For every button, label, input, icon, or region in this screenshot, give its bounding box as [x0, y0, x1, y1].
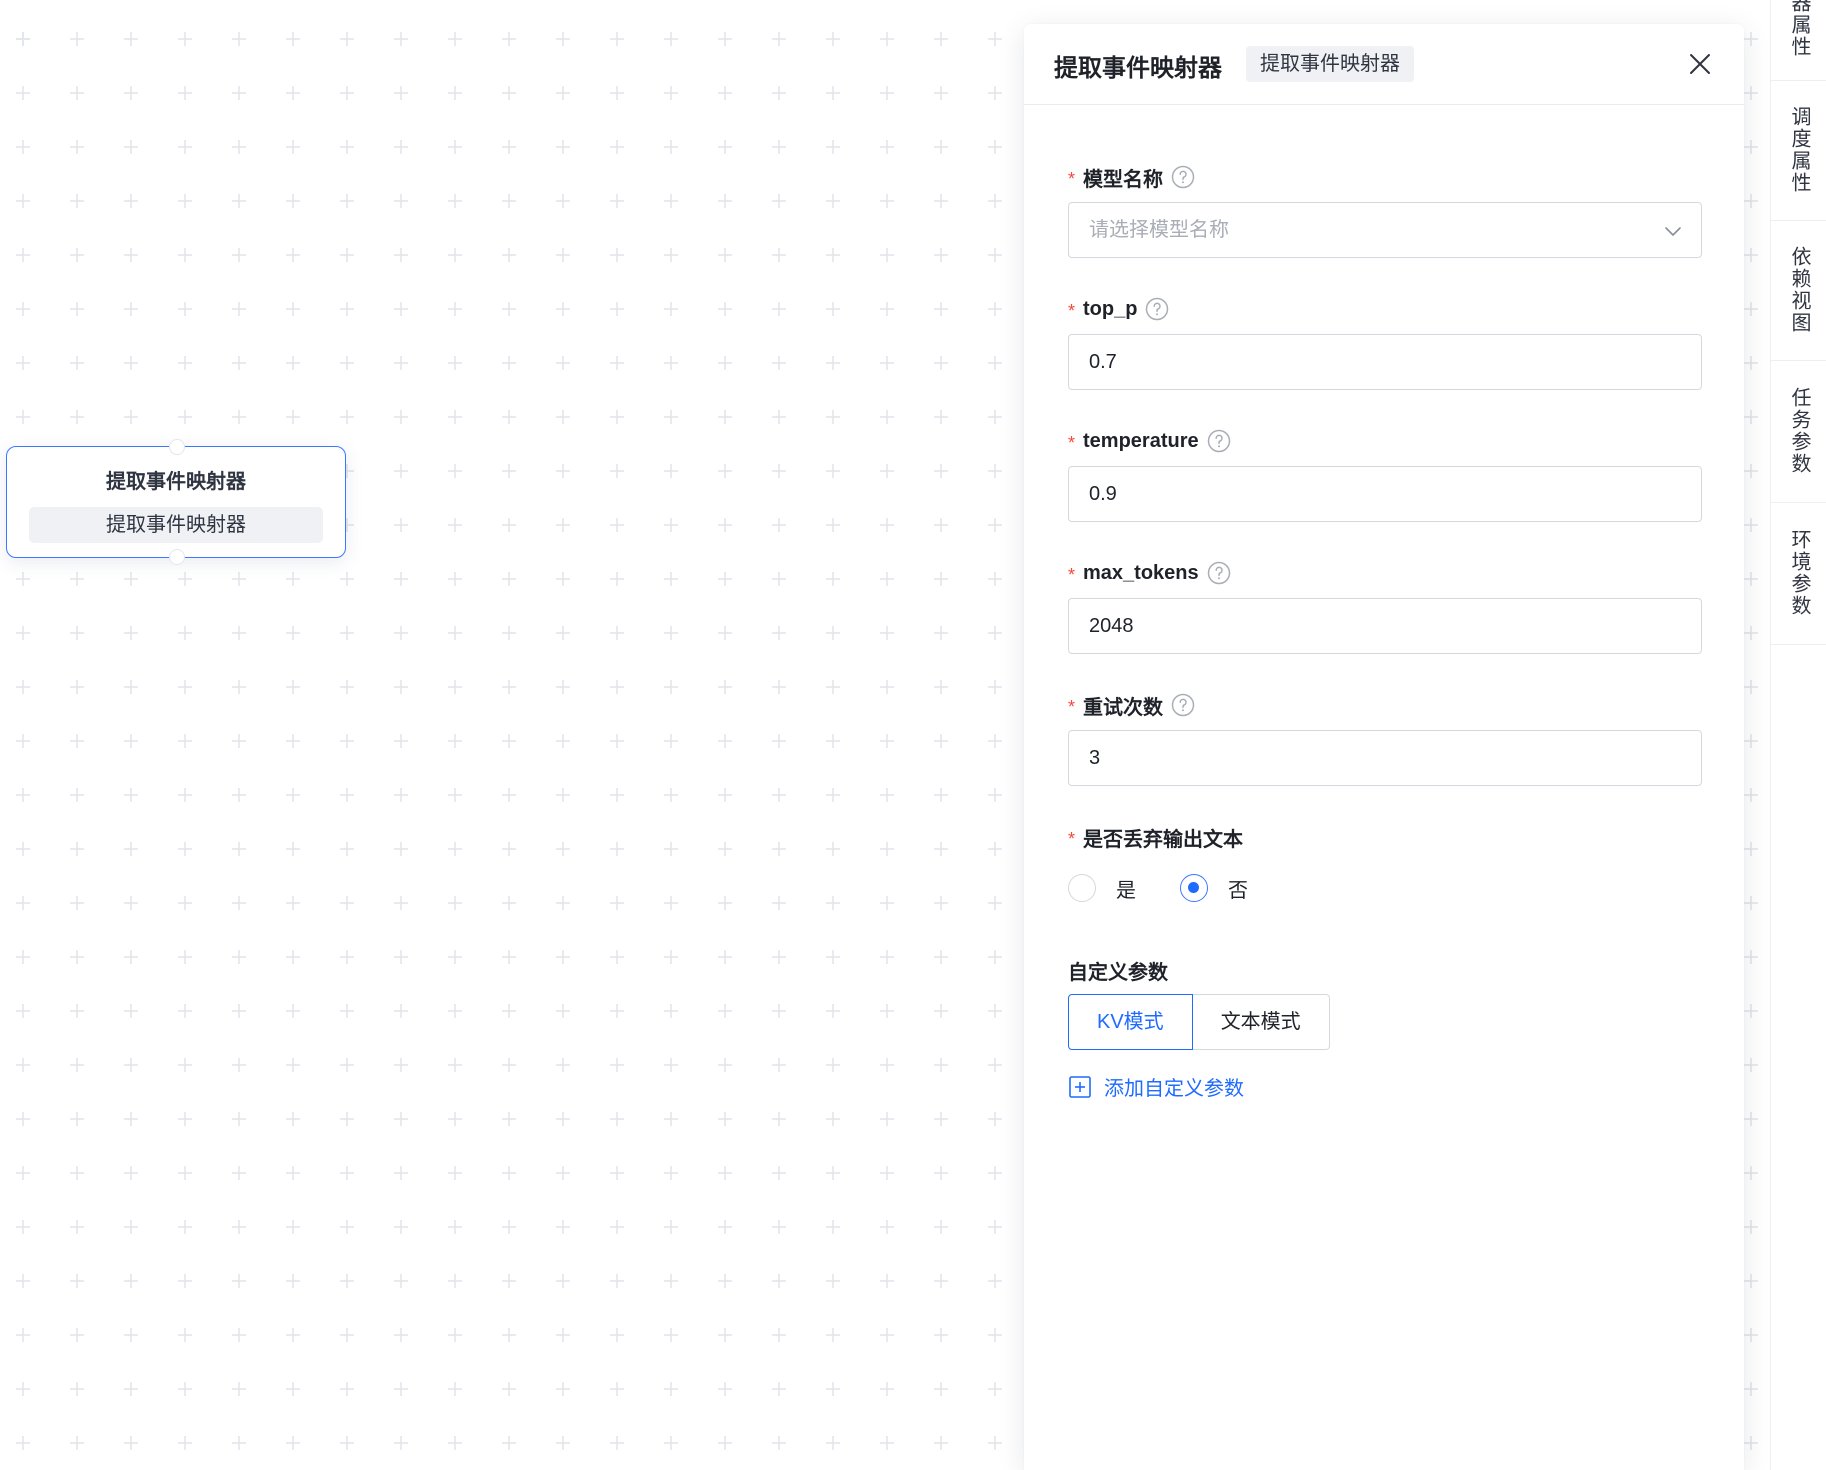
- help-icon[interactable]: [1207, 561, 1231, 585]
- drawer-header: 提取事件映射器 提取事件映射器: [1024, 24, 1744, 105]
- side-tab-dependency-view[interactable]: 依赖视图: [1771, 220, 1826, 361]
- drawer-title: 提取事件映射器: [1054, 55, 1222, 82]
- required-mark: *: [1068, 696, 1076, 717]
- model-name-placeholder: 请选择模型名称: [1089, 219, 1229, 241]
- help-icon[interactable]: [1171, 693, 1195, 717]
- workflow-node[interactable]: 提取事件映射器 提取事件映射器: [6, 439, 346, 565]
- radio-label: 是: [1116, 879, 1136, 902]
- top-p-label: top_p: [1083, 297, 1138, 320]
- radio-button[interactable]: [1068, 874, 1096, 902]
- add-custom-param-label: 添加自定义参数: [1104, 1078, 1244, 1100]
- field-label: * 模型名称: [1068, 162, 1195, 192]
- side-tab-node-props[interactable]: 器属性: [1771, 0, 1826, 81]
- discard-radio-group: 是 否: [1068, 872, 1292, 904]
- model-name-label: 模型名称: [1083, 168, 1164, 191]
- close-button[interactable]: [1686, 50, 1714, 78]
- top-p-input[interactable]: 0.7: [1068, 334, 1702, 390]
- field-label: * 重试次数: [1068, 690, 1195, 720]
- required-mark: *: [1068, 564, 1076, 585]
- radio-option-yes[interactable]: 是: [1068, 874, 1136, 903]
- node-config-drawer: 提取事件映射器 提取事件映射器 * 模型名称 请选择模型名称 * top_p 0…: [1024, 24, 1744, 1470]
- node-title: 提取事件映射器: [106, 471, 246, 493]
- temperature-label: temperature: [1083, 429, 1199, 452]
- required-mark: *: [1068, 432, 1076, 453]
- node-input-port[interactable]: [169, 439, 185, 455]
- field-label: * top_p: [1068, 294, 1169, 324]
- chevron-down-icon: [1665, 227, 1681, 236]
- radio-label: 否: [1228, 879, 1248, 902]
- drawer-type-tag: 提取事件映射器: [1246, 46, 1414, 82]
- temperature-input[interactable]: 0.9: [1068, 466, 1702, 522]
- discard-output-label: 是否丢弃输出文本: [1083, 828, 1244, 851]
- mode-switch: KV模式 文本模式: [1068, 994, 1330, 1050]
- side-tab-env-params[interactable]: 环境参数: [1771, 502, 1826, 645]
- radio-button-checked[interactable]: [1180, 874, 1208, 902]
- node-output-port[interactable]: [169, 549, 185, 565]
- retry-count-label: 重试次数: [1083, 696, 1164, 719]
- side-tab-label: 调度属性: [1788, 106, 1810, 194]
- side-tab-label: 任务参数: [1788, 387, 1810, 475]
- max-tokens-label: max_tokens: [1083, 561, 1199, 584]
- model-name-select[interactable]: 请选择模型名称: [1068, 202, 1702, 258]
- max-tokens-input[interactable]: 2048: [1068, 598, 1702, 654]
- field-label: * max_tokens: [1068, 558, 1231, 588]
- kv-mode-button[interactable]: KV模式: [1068, 994, 1193, 1050]
- retry-count-input[interactable]: 3: [1068, 730, 1702, 786]
- add-custom-param-button[interactable]: 添加自定义参数: [1068, 1072, 1244, 1101]
- plus-square-icon: [1069, 1075, 1091, 1098]
- side-tab-label: 依赖视图: [1788, 246, 1810, 334]
- node-type-tag: 提取事件映射器: [29, 507, 323, 543]
- help-icon[interactable]: [1207, 429, 1231, 453]
- help-icon[interactable]: [1171, 165, 1195, 189]
- side-tab-schedule-props[interactable]: 调度属性: [1771, 80, 1826, 221]
- side-tab-label: 器属性: [1788, 0, 1810, 58]
- radio-option-no[interactable]: 否: [1180, 874, 1248, 903]
- required-mark: *: [1068, 300, 1076, 321]
- close-icon: [1690, 54, 1710, 74]
- side-tab-task-params[interactable]: 任务参数: [1771, 360, 1826, 503]
- text-mode-button[interactable]: 文本模式: [1192, 994, 1330, 1050]
- required-mark: *: [1068, 168, 1076, 189]
- custom-params-title: 自定义参数: [1068, 962, 1168, 984]
- help-icon[interactable]: [1145, 297, 1169, 321]
- side-tab-label: 环境参数: [1788, 529, 1810, 617]
- side-tab-strip: 器属性 调度属性 依赖视图 任务参数 环境参数: [1770, 0, 1826, 1470]
- field-label: * temperature: [1068, 426, 1231, 456]
- field-label: * 是否丢弃输出文本: [1068, 822, 1243, 852]
- required-mark: *: [1068, 828, 1076, 849]
